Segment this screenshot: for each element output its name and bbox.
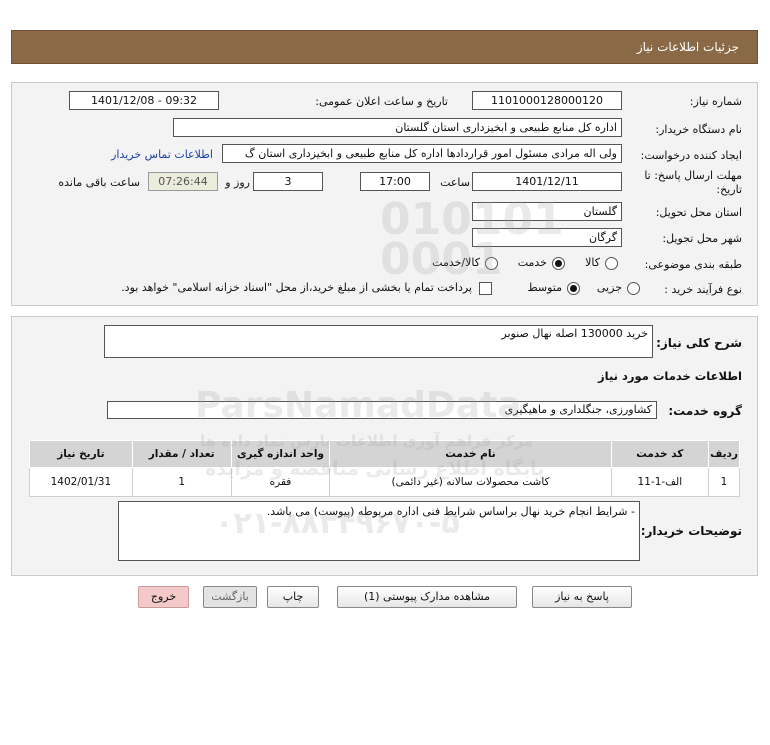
process-label: نوع فرآیند خرید : <box>664 283 742 296</box>
col-row-header: ردیف <box>708 440 740 468</box>
category-goods-label: کالا <box>585 256 600 269</box>
contact-buyer-link[interactable]: اطلاعات تماس خریدار <box>111 148 213 161</box>
need-number-field: 1101000128000120 <box>472 91 622 110</box>
city-label: شهر محل تحویل: <box>662 232 742 245</box>
days-remaining-field: 3 <box>253 172 323 191</box>
service-group-field: کشاورزی، جنگلداری و ماهیگیری <box>107 401 657 419</box>
announce-label: تاریخ و ساعت اعلان عمومی: <box>315 95 448 108</box>
need-date: 1402/01/31 <box>29 467 133 497</box>
page-header: جزئیات اطلاعات نیاز <box>11 30 758 64</box>
service-name: کاشت محصولات سالانه (غیر دائمی) <box>329 467 612 497</box>
col-unit-header: واحد اندازه گیری <box>230 440 331 468</box>
process-medium-label: متوسط <box>527 281 562 294</box>
days-label: روز و <box>225 176 250 189</box>
deadline-date-label: تاریخ: <box>716 183 742 196</box>
treasury-payment-checkbox[interactable] <box>479 282 492 295</box>
province-label: استان محل تحویل: <box>655 206 742 219</box>
print-button[interactable]: چاپ <box>267 586 319 608</box>
buyer-notes-field: - شرایط انجام خرید نهال براساس شرایط فنی… <box>118 501 640 561</box>
info-panel <box>11 82 758 306</box>
col-code-header: کد خدمت <box>610 440 710 468</box>
table-row: 1 الف-1-11 کاشت محصولات سالانه (غیر دائم… <box>29 467 740 497</box>
col-name-header: نام خدمت <box>329 440 612 468</box>
quantity: 1 <box>131 467 232 497</box>
deadline-date-field: 1401/12/11 <box>472 172 622 191</box>
category-goods-service-label: کالا/خدمت <box>432 256 480 269</box>
row-index: 1 <box>708 467 740 497</box>
category-service-label: خدمت <box>517 256 547 269</box>
province-field: گلستان <box>472 202 622 221</box>
category-goods-radio[interactable] <box>605 257 618 270</box>
summary-label: شرح کلی نیاز: <box>656 336 742 350</box>
exit-button[interactable]: خروج <box>138 586 189 608</box>
service-code: الف-1-11 <box>610 467 710 497</box>
need-number-label: شماره نیاز: <box>689 95 742 108</box>
col-qty-header: تعداد / مقدار <box>131 440 232 468</box>
requester-label: ایجاد کننده درخواست: <box>640 149 742 162</box>
buyer-org-label: نام دستگاه خریدار: <box>655 123 742 136</box>
attachments-button[interactable]: مشاهده مدارک پیوستی (1) <box>337 586 517 608</box>
category-label: طبقه بندی موضوعی: <box>644 258 742 271</box>
category-goods-service-radio[interactable] <box>485 257 498 270</box>
service-group-label: گروه خدمت: <box>668 404 742 418</box>
buyer-org-field: اداره کل منابع طبیعی و ابخیزداری استان گ… <box>173 118 622 137</box>
summary-field: خرید 130000 اصله نهال صنوبر <box>104 325 653 358</box>
table-header-row: ردیف کد خدمت نام خدمت واحد اندازه گیری ت… <box>29 440 740 468</box>
category-service-radio[interactable] <box>552 257 565 270</box>
deadline-time-field: 17:00 <box>360 172 430 191</box>
deadline-time-label: ساعت <box>440 176 470 189</box>
announce-field: 1401/12/08 - 09:32 <box>69 91 219 110</box>
page-title: جزئیات اطلاعات نیاز <box>636 40 739 54</box>
back-button[interactable]: بازگشت <box>203 586 257 608</box>
process-minor-label: جزیی <box>596 281 622 294</box>
treasury-payment-note: پرداخت تمام یا بخشی از مبلغ خرید،از محل … <box>121 281 472 294</box>
requester-field: ولی اله مرادی مسئول امور قراردادها اداره… <box>222 144 622 163</box>
remaining-time-label: ساعت باقی مانده <box>58 176 140 189</box>
reply-button[interactable]: پاسخ به نیاز <box>532 586 632 608</box>
city-field: گرگان <box>472 228 622 247</box>
services-heading: اطلاعات خدمات مورد نیاز <box>598 369 742 383</box>
services-table: ردیف کد خدمت نام خدمت واحد اندازه گیری ت… <box>29 440 740 497</box>
buyer-notes-label: توضیحات خریدار: <box>640 524 742 538</box>
process-minor-radio[interactable] <box>627 282 640 295</box>
col-date-header: تاریخ نیاز <box>29 440 133 468</box>
unit: فقره <box>230 467 331 497</box>
remaining-time-field: 07:26:44 <box>148 172 218 191</box>
process-medium-radio[interactable] <box>567 282 580 295</box>
deadline-label: مهلت ارسال پاسخ: تا <box>644 169 742 182</box>
